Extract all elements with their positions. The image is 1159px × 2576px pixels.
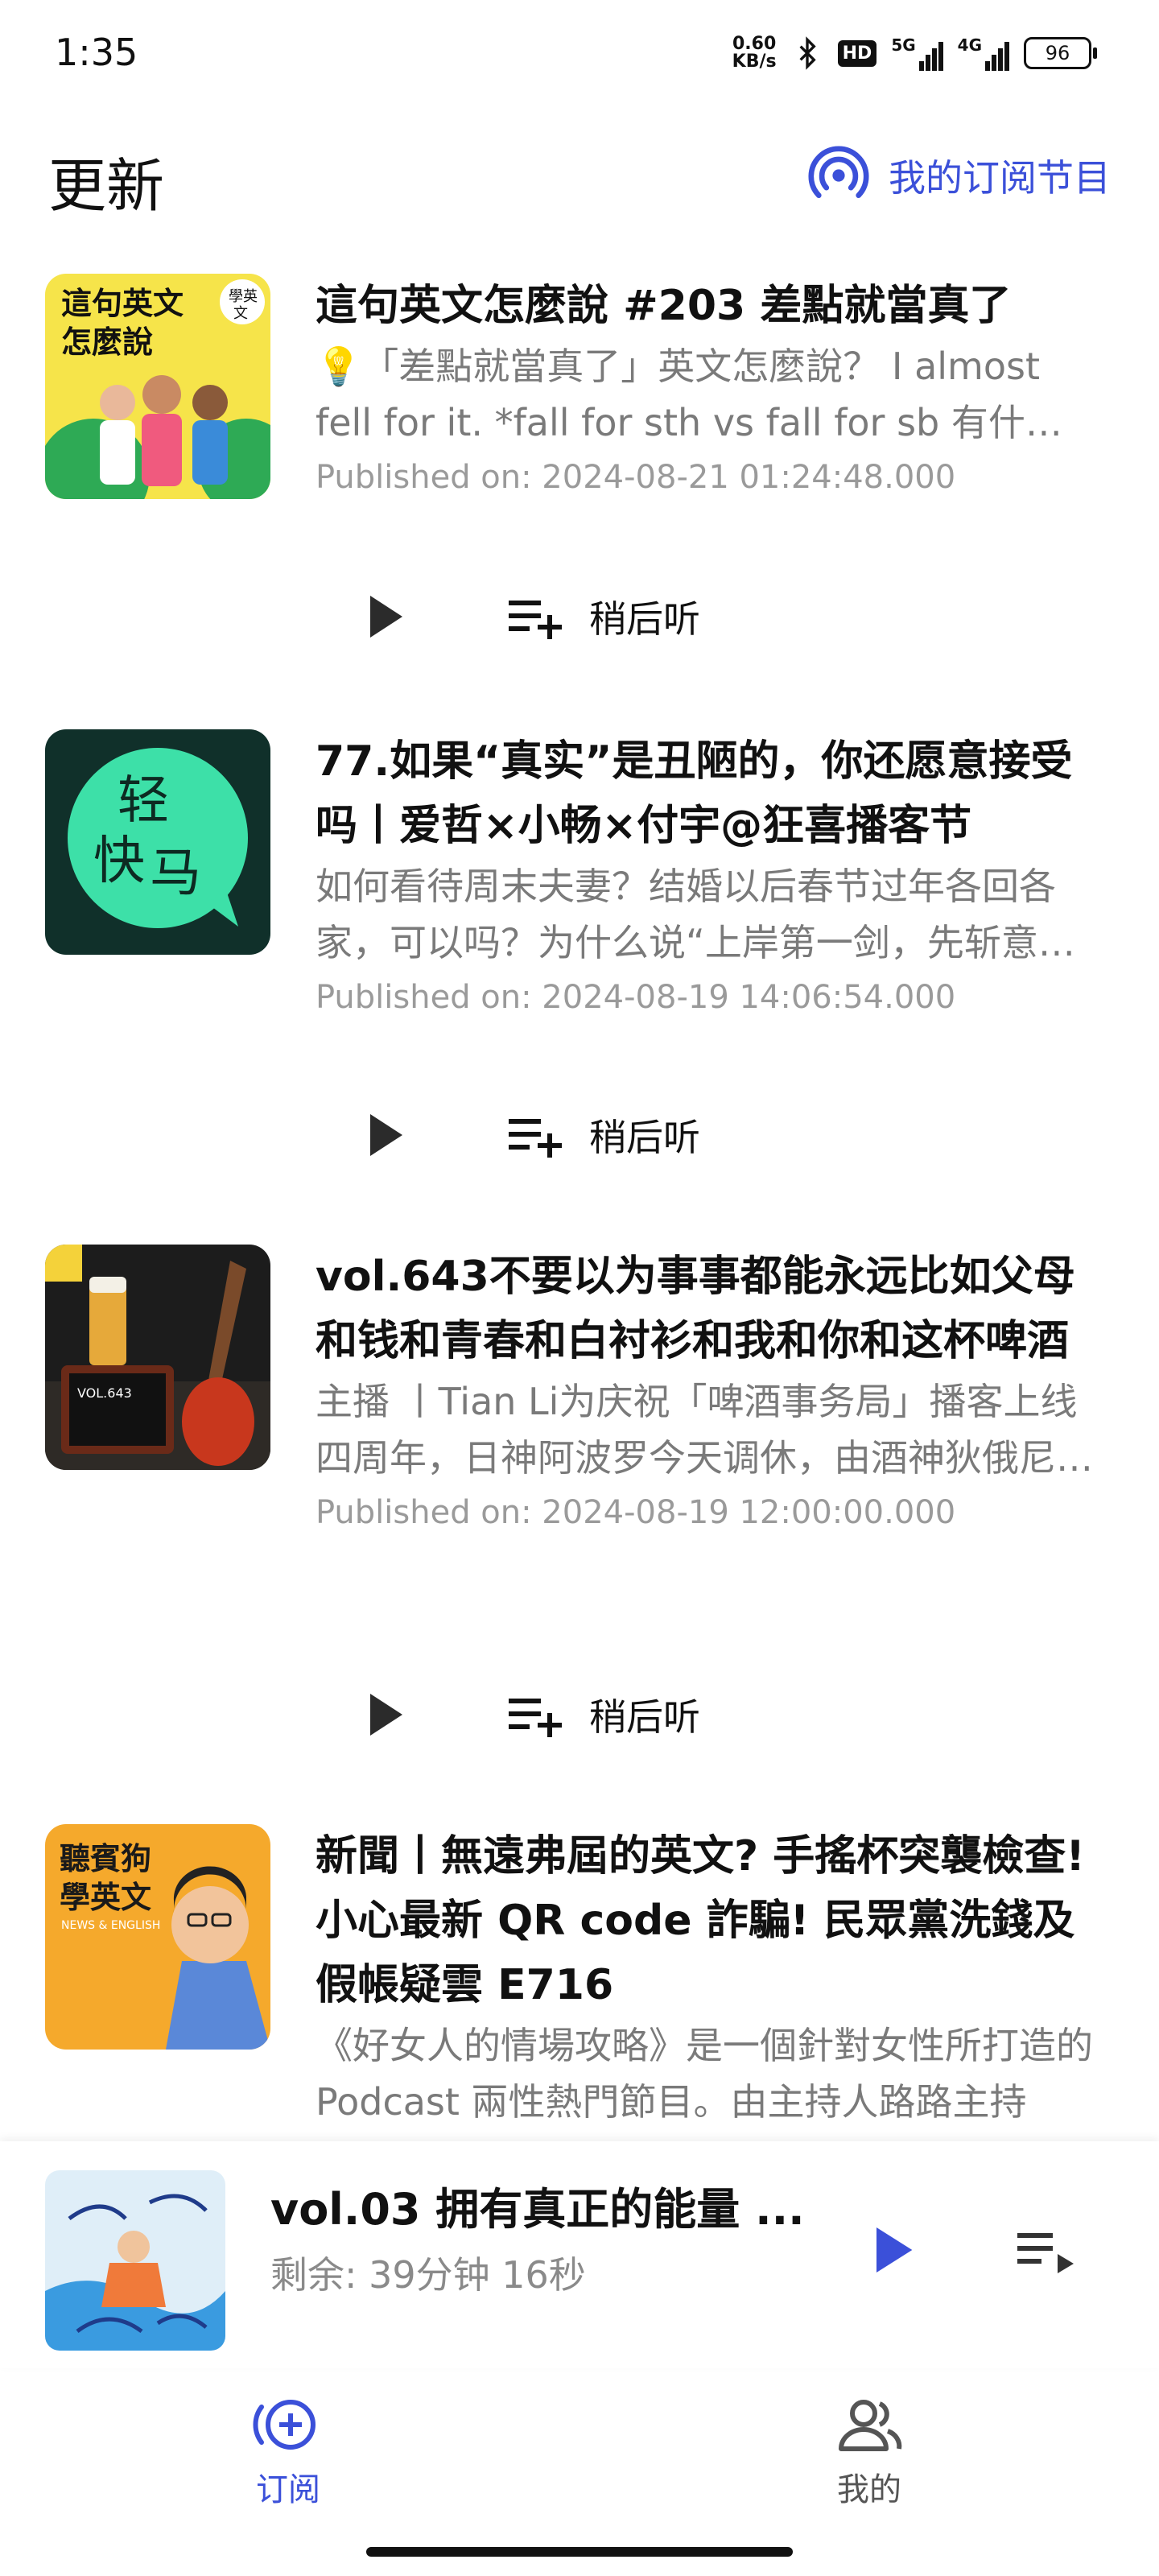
home-indicator[interactable] (366, 2547, 793, 2557)
episode-item[interactable]: VOL.643 vol.643不要以为事事都能永远比如父母和钱和青春和白衬衫和我… (0, 1245, 1159, 1739)
episode-description: 💡「差點就當真了」英文怎麼說？ I almost fell for it. *f… (316, 345, 1062, 444)
playlist-button[interactable] (1014, 2222, 1079, 2278)
play-button[interactable] (362, 1107, 410, 1163)
battery-icon: 96 (1024, 37, 1097, 69)
listen-later-label: 稍后听 (589, 597, 700, 641)
nav-tab-me[interactable]: 我的 (789, 2392, 950, 2510)
episode-title[interactable]: 新聞丨無遠弗屆的英文? 手搖杯突襲檢查! 小心最新 QR code 詐騙! 民眾… (316, 1824, 1096, 2017)
signal-4g-icon: 4G (958, 35, 1009, 71)
play-button[interactable] (362, 588, 410, 645)
svg-text:聽賓狗: 聽賓狗 (60, 1841, 151, 1876)
add-to-queue-icon (509, 601, 562, 639)
queue-icon (1017, 2233, 1074, 2273)
bottom-navigation: 订阅 我的 (0, 2375, 1159, 2576)
episode-actions: 稍后听 (362, 584, 700, 649)
page-header: 更新 我的订阅节目 (0, 137, 1159, 220)
status-icons: 0.60 KB/s HD 5G 4G 96 (732, 32, 1097, 74)
status-bar: 1:35 0.60 KB/s HD 5G 4G 96 (0, 0, 1159, 105)
episode-item[interactable]: 這句英文 怎麼說 學英 文 這句英文怎麼說 #203 差點就當真了 💡「差點就當… (0, 274, 1159, 676)
listen-later-button[interactable]: 稍后听 (507, 1688, 700, 1741)
play-icon (370, 1694, 402, 1736)
svg-text:轻: 轻 (118, 771, 169, 831)
podcast-icon (808, 146, 869, 199)
add-to-queue-icon (509, 1699, 562, 1737)
episode-cover[interactable]: 這句英文 怎麼說 學英 文 (45, 274, 270, 499)
svg-text:VOL.643: VOL.643 (77, 1385, 132, 1401)
play-icon (370, 596, 402, 638)
cover-image: 這句英文 怎麼說 學英 文 (45, 274, 270, 499)
play-icon (876, 2227, 913, 2273)
play-icon (370, 1114, 402, 1156)
my-subscriptions-link[interactable]: 我的订阅节目 (808, 145, 1111, 206)
listen-later-label: 稍后听 (589, 1695, 700, 1739)
my-subscriptions-label: 我的订阅节目 (889, 156, 1111, 200)
episode-body: 這句英文怎麼說 #203 差點就當真了 💡「差點就當真了」英文怎麼說？ I al… (316, 274, 1096, 496)
subscribe-icon (253, 2400, 316, 2450)
svg-text:學英文: 學英文 (60, 1880, 151, 1915)
episode-title[interactable]: 這句英文怎麼說 #203 差點就當真了 (316, 274, 1096, 338)
episode-cover[interactable]: 聽賓狗 學英文 NEWS & ENGLISH (45, 1824, 270, 2050)
listen-later-label: 稍后听 (589, 1116, 700, 1159)
mini-play-button[interactable] (869, 2222, 918, 2278)
network-speed-unit: KB/s (732, 52, 777, 72)
episode-body: vol.643不要以为事事都能永远比如父母和钱和青春和白衬衫和我和你和这杯啤酒 … (316, 1245, 1096, 1531)
clock: 1:35 (55, 31, 138, 74)
cover-image (45, 2170, 225, 2351)
episode-item[interactable]: 轻 快 马 77.如果“真实”是丑陋的，你还愿意接受吗丨爱哲×小畅×付宇@狂喜播… (0, 729, 1159, 1159)
play-button[interactable] (362, 1686, 410, 1743)
episode-description: 主播 丨Tian Li为庆祝「啤酒事务局」播客上线四周年，日神阿波罗今天调休，由… (316, 1380, 1093, 1480)
mini-player[interactable]: vol.03 拥有真正的能量 ... 剩余: 39分钟 16秒 (0, 2141, 1159, 2368)
episode-title[interactable]: vol.643不要以为事事都能永远比如父母和钱和青春和白衬衫和我和你和这杯啤酒 (316, 1245, 1096, 1373)
cover-image: 轻 快 马 (45, 729, 270, 955)
add-to-queue-icon (509, 1119, 562, 1158)
mini-player-cover[interactable] (45, 2170, 225, 2351)
episode-cover[interactable]: VOL.643 (45, 1245, 270, 1470)
svg-text:马: 马 (150, 844, 201, 903)
episode-actions: 稍后听 (362, 1103, 700, 1167)
svg-text:NEWS & ENGLISH: NEWS & ENGLISH (61, 1919, 160, 1932)
users-icon (839, 2400, 902, 2451)
svg-text:怎麼說: 怎麼說 (61, 324, 153, 360)
time-remaining: 剩余: 39分钟 16秒 (270, 2253, 586, 2297)
nav-tab-subscriptions[interactable]: 订阅 (208, 2392, 369, 2510)
episode-body: 77.如果“真实”是丑陋的，你还愿意接受吗丨爱哲×小畅×付宇@狂喜播客节 如何看… (316, 729, 1096, 1016)
svg-text:這句英文: 這句英文 (61, 286, 184, 321)
episode-cover[interactable]: 轻 快 马 (45, 729, 270, 955)
cover-image: VOL.643 (45, 1245, 270, 1470)
listen-later-button[interactable]: 稍后听 (507, 590, 700, 643)
episode-published-date: Published on: 2024-08-21 01:24:48.000 (316, 459, 956, 496)
episode-description: 如何看待周末夫妻？结婚以后春节过年各回各家，可以吗？为什么说“上岸第一剑，先斩意… (316, 865, 1075, 964)
svg-text:學英: 學英 (229, 288, 258, 305)
episode-published-date: Published on: 2024-08-19 12:00:00.000 (316, 1494, 956, 1531)
signal-4g-label: 4G (957, 35, 982, 55)
episode-body: 新聞丨無遠弗屆的英文? 手搖杯突襲檢查! 小心最新 QR code 詐騙! 民眾… (316, 1824, 1096, 2130)
signal-5g-icon: 5G (891, 35, 943, 71)
episode-actions: 稍后听 (362, 1682, 700, 1747)
signal-5g-label: 5G (891, 35, 916, 55)
now-playing-title[interactable]: vol.03 拥有真正的能量 ... (270, 2174, 805, 2237)
bluetooth-icon (799, 36, 816, 70)
episode-item[interactable]: 聽賓狗 學英文 NEWS & ENGLISH 新聞丨無遠弗屆的英文? 手搖杯突襲… (0, 1824, 1159, 2141)
battery-level: 96 (1045, 42, 1070, 64)
episode-title[interactable]: 77.如果“真实”是丑陋的，你还愿意接受吗丨爱哲×小畅×付宇@狂喜播客节 (316, 729, 1096, 858)
episode-description: 《好女人的情場攻略》是一個針對女性所打造的 Podcast 兩性熱門節目。由主持… (316, 2024, 1093, 2124)
cover-image: 聽賓狗 學英文 NEWS & ENGLISH (45, 1824, 270, 2050)
page-title: 更新 (48, 152, 165, 220)
svg-text:快: 快 (93, 832, 145, 891)
episode-published-date: Published on: 2024-08-19 14:06:54.000 (316, 979, 956, 1016)
hd-voice-badge: HD (837, 39, 877, 67)
svg-text:文: 文 (233, 305, 248, 322)
nav-me-label: 我的 (837, 2471, 901, 2508)
network-speed: 0.60 KB/s (732, 35, 777, 71)
listen-later-button[interactable]: 稍后听 (507, 1108, 700, 1162)
network-speed-value: 0.60 (732, 34, 777, 54)
nav-subscriptions-label: 订阅 (256, 2471, 320, 2508)
